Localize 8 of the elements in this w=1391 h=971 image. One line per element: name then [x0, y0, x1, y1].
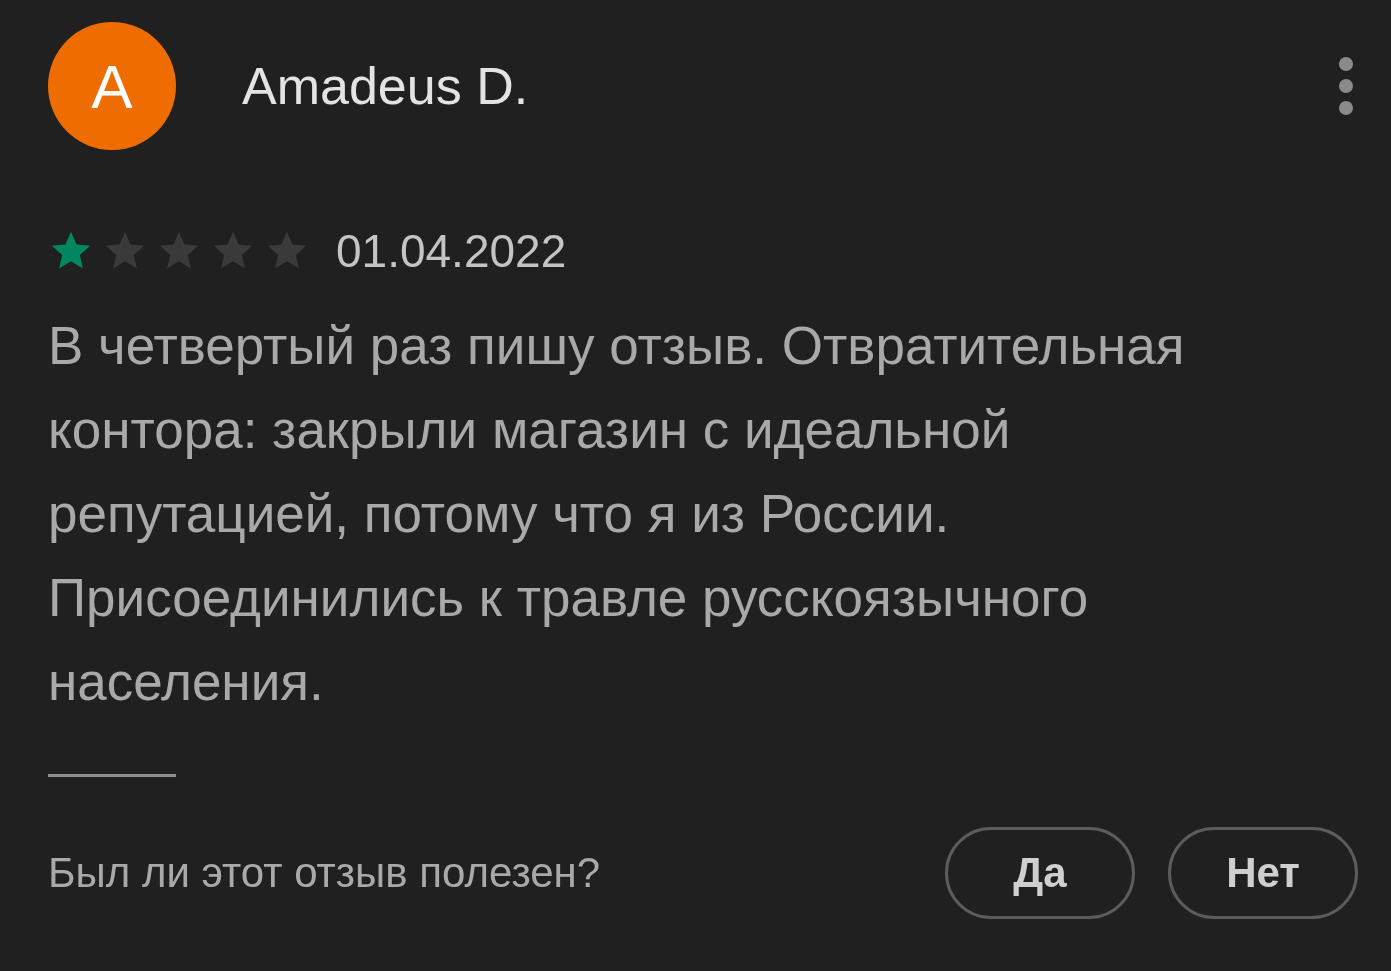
author-name: Amadeus D.: [242, 56, 530, 116]
vote-button[interactable]: Да: [945, 827, 1135, 919]
helpful-question: Был ли этот отзыв полезен?: [48, 849, 601, 897]
more-options-icon[interactable]: [1338, 56, 1354, 116]
review-date: 01.04.2022: [336, 224, 567, 278]
avatar: A: [48, 22, 176, 150]
vote-button[interactable]: Нет: [1168, 827, 1358, 919]
review-text: В четвертый раз пишу отзыв. Отвратительная контора: закрыли магазин с идеальной репутацией, потому что я из России. Присоединились к травле русскоязычного населения.: [48, 315, 1186, 713]
